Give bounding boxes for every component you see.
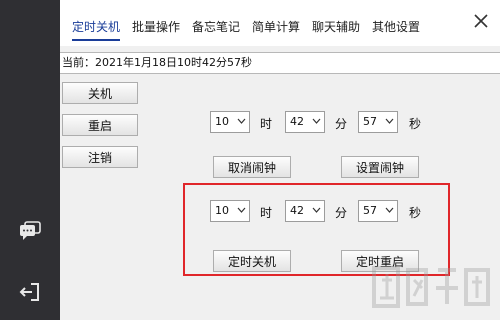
chat-icon[interactable] bbox=[18, 219, 42, 243]
alarm-second-select[interactable]: 57 bbox=[358, 111, 398, 133]
alarm-minute-unit: 分 bbox=[335, 117, 348, 131]
watermark-logo-icon bbox=[372, 266, 490, 308]
alarm-minute-value: 42 bbox=[290, 115, 304, 128]
tab-chat-assist[interactable]: 聊天辅助 bbox=[312, 18, 360, 35]
close-icon[interactable] bbox=[472, 12, 490, 30]
alarm-hour-select[interactable]: 10 bbox=[210, 111, 250, 133]
tab-simple-calc[interactable]: 简单计算 bbox=[252, 18, 300, 35]
logoff-button[interactable]: 注销 bbox=[62, 146, 138, 168]
alarm-hour-unit: 时 bbox=[260, 117, 273, 131]
chevron-down-icon bbox=[385, 118, 394, 124]
chevron-down-icon bbox=[312, 118, 321, 124]
alarm-minute-select[interactable]: 42 bbox=[285, 111, 325, 133]
set-alarm-button[interactable]: 设置闹钟 bbox=[341, 156, 419, 178]
logout-icon[interactable] bbox=[18, 280, 42, 304]
tab-bar: 定时关机 批量操作 备忘笔记 简单计算 聊天辅助 其他设置 bbox=[60, 0, 500, 46]
tab-other-settings[interactable]: 其他设置 bbox=[372, 18, 420, 35]
sidebar bbox=[0, 0, 60, 320]
alarm-hour-value: 10 bbox=[215, 115, 229, 128]
current-time-display: 当前：2021年1月18日10时42分57秒 bbox=[60, 52, 500, 74]
shutdown-button[interactable]: 关机 bbox=[62, 82, 138, 104]
tab-memo-notes[interactable]: 备忘笔记 bbox=[192, 18, 240, 35]
chevron-down-icon bbox=[237, 118, 246, 124]
tab-timed-shutdown[interactable]: 定时关机 bbox=[72, 18, 121, 41]
alarm-second-value: 57 bbox=[363, 115, 377, 128]
restart-button[interactable]: 重启 bbox=[62, 114, 138, 136]
alarm-second-unit: 秒 bbox=[409, 117, 422, 131]
tab-batch-operations[interactable]: 批量操作 bbox=[132, 18, 180, 35]
cancel-alarm-button[interactable]: 取消闹钟 bbox=[213, 156, 291, 178]
